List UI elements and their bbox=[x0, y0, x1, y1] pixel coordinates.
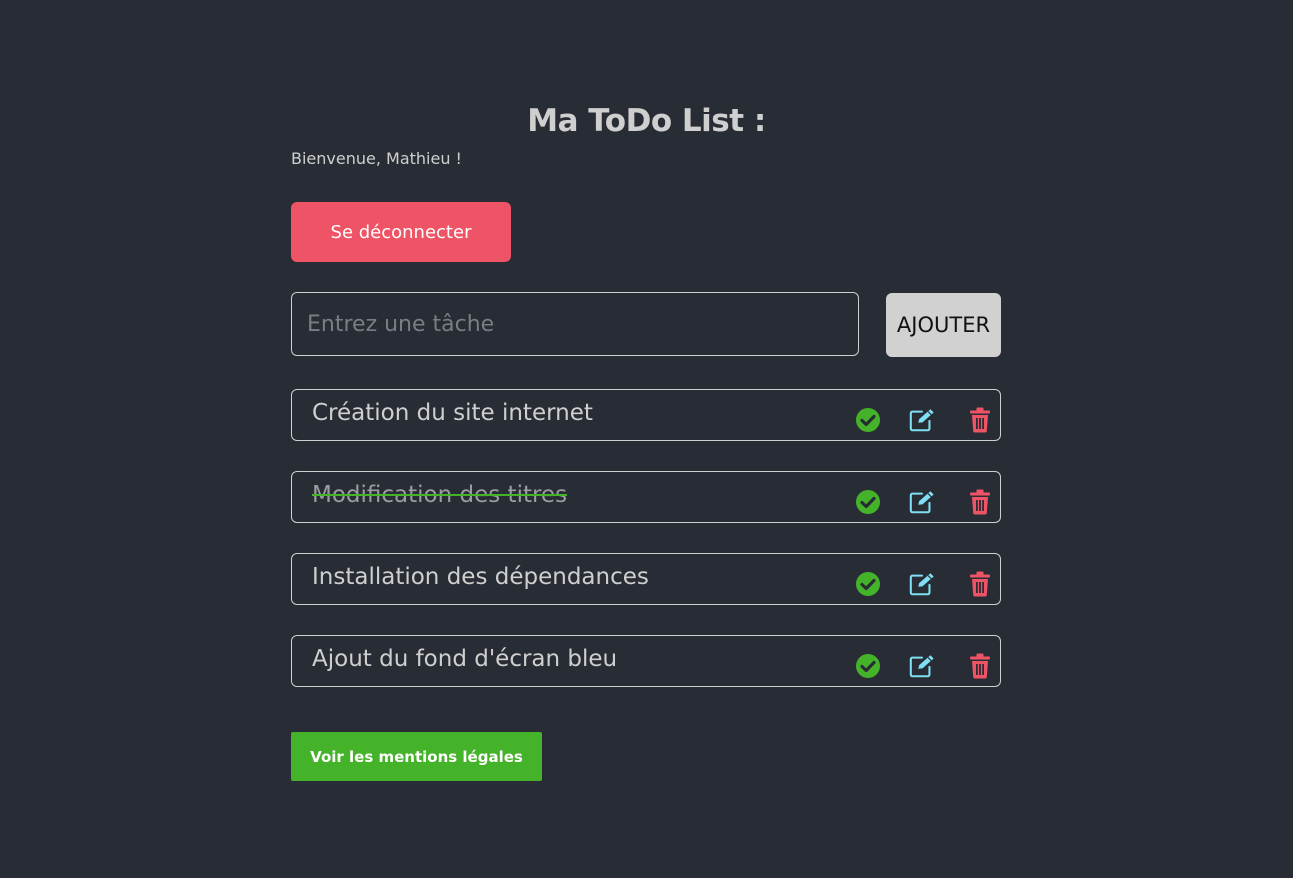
check-circle-icon[interactable] bbox=[854, 406, 882, 434]
todo-app: Ma ToDo List : Bienvenue, Mathieu ! Se d… bbox=[0, 0, 1293, 878]
task-text: Ajout du fond d'écran bleu bbox=[312, 646, 618, 672]
check-circle-icon[interactable] bbox=[854, 488, 882, 516]
legal-notice-button[interactable]: Voir les mentions légales bbox=[291, 732, 542, 781]
edit-icon[interactable] bbox=[908, 570, 936, 598]
task-item: Modification des titres bbox=[291, 471, 1001, 523]
trash-icon[interactable] bbox=[966, 570, 994, 598]
task-text: Création du site internet bbox=[312, 400, 593, 426]
task-input[interactable] bbox=[291, 292, 859, 356]
welcome-message: Bienvenue, Mathieu ! bbox=[291, 149, 462, 168]
logout-button[interactable]: Se déconnecter bbox=[291, 202, 511, 262]
edit-icon[interactable] bbox=[908, 652, 936, 680]
edit-icon[interactable] bbox=[908, 406, 936, 434]
check-circle-icon[interactable] bbox=[854, 570, 882, 598]
add-task-button[interactable]: AJOUTER bbox=[886, 293, 1001, 357]
task-text: Modification des titres bbox=[312, 482, 568, 508]
task-text: Installation des dépendances bbox=[312, 564, 649, 590]
task-item: Installation des dépendances bbox=[291, 553, 1001, 605]
trash-icon[interactable] bbox=[966, 406, 994, 434]
task-item: Création du site internet bbox=[291, 389, 1001, 441]
edit-icon[interactable] bbox=[908, 488, 936, 516]
check-circle-icon[interactable] bbox=[854, 652, 882, 680]
page-title: Ma ToDo List : bbox=[527, 103, 766, 139]
trash-icon[interactable] bbox=[966, 652, 994, 680]
trash-icon[interactable] bbox=[966, 488, 994, 516]
task-item: Ajout du fond d'écran bleu bbox=[291, 635, 1001, 687]
